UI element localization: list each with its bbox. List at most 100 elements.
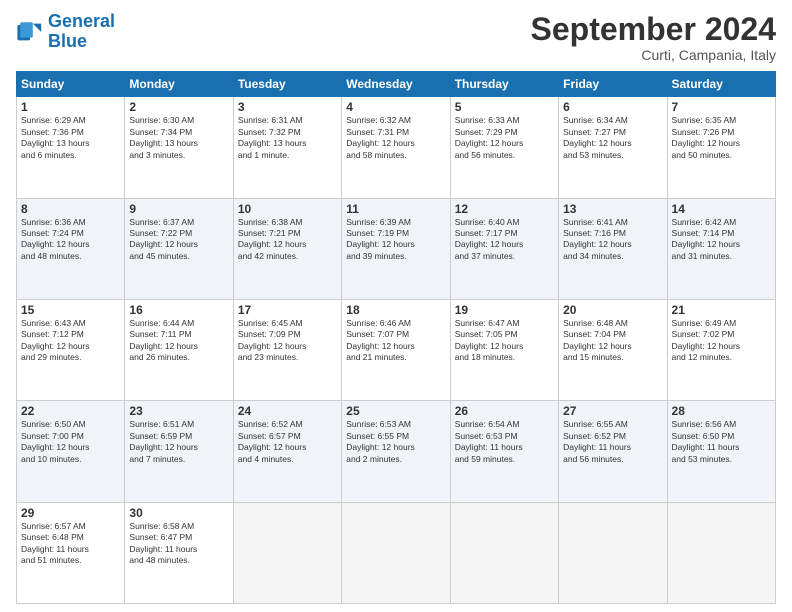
day-number: 22 (21, 404, 120, 418)
day-number: 21 (672, 303, 771, 317)
table-row: 12Sunrise: 6:40 AMSunset: 7:17 PMDayligh… (450, 198, 558, 299)
table-row: 10Sunrise: 6:38 AMSunset: 7:21 PMDayligh… (233, 198, 341, 299)
day-info: Sunrise: 6:45 AMSunset: 7:09 PMDaylight:… (238, 318, 337, 364)
header-monday: Monday (125, 72, 233, 97)
day-info: Sunrise: 6:37 AMSunset: 7:22 PMDaylight:… (129, 217, 228, 263)
day-info: Sunrise: 6:46 AMSunset: 7:07 PMDaylight:… (346, 318, 445, 364)
logo-text: General Blue (48, 12, 115, 52)
table-row: 22Sunrise: 6:50 AMSunset: 7:00 PMDayligh… (17, 401, 125, 502)
day-info: Sunrise: 6:49 AMSunset: 7:02 PMDaylight:… (672, 318, 771, 364)
day-info: Sunrise: 6:40 AMSunset: 7:17 PMDaylight:… (455, 217, 554, 263)
day-info: Sunrise: 6:56 AMSunset: 6:50 PMDaylight:… (672, 419, 771, 465)
table-row: 24Sunrise: 6:52 AMSunset: 6:57 PMDayligh… (233, 401, 341, 502)
day-info: Sunrise: 6:53 AMSunset: 6:55 PMDaylight:… (346, 419, 445, 465)
logo-name2: Blue (48, 31, 87, 51)
day-number: 6 (563, 100, 662, 114)
day-info: Sunrise: 6:51 AMSunset: 6:59 PMDaylight:… (129, 419, 228, 465)
day-number: 25 (346, 404, 445, 418)
table-row: 18Sunrise: 6:46 AMSunset: 7:07 PMDayligh… (342, 299, 450, 400)
table-row (233, 502, 341, 603)
day-number: 15 (21, 303, 120, 317)
day-number: 30 (129, 506, 228, 520)
table-row: 13Sunrise: 6:41 AMSunset: 7:16 PMDayligh… (559, 198, 667, 299)
day-info: Sunrise: 6:38 AMSunset: 7:21 PMDaylight:… (238, 217, 337, 263)
calendar-row: 8Sunrise: 6:36 AMSunset: 7:24 PMDaylight… (17, 198, 776, 299)
day-info: Sunrise: 6:47 AMSunset: 7:05 PMDaylight:… (455, 318, 554, 364)
day-number: 24 (238, 404, 337, 418)
table-row: 2Sunrise: 6:30 AMSunset: 7:34 PMDaylight… (125, 97, 233, 198)
day-info: Sunrise: 6:43 AMSunset: 7:12 PMDaylight:… (21, 318, 120, 364)
day-number: 9 (129, 202, 228, 216)
day-number: 8 (21, 202, 120, 216)
table-row: 21Sunrise: 6:49 AMSunset: 7:02 PMDayligh… (667, 299, 775, 400)
day-number: 20 (563, 303, 662, 317)
header: General Blue September 2024 Curti, Campa… (16, 12, 776, 63)
day-number: 18 (346, 303, 445, 317)
day-number: 11 (346, 202, 445, 216)
day-info: Sunrise: 6:55 AMSunset: 6:52 PMDaylight:… (563, 419, 662, 465)
table-row: 3Sunrise: 6:31 AMSunset: 7:32 PMDaylight… (233, 97, 341, 198)
day-info: Sunrise: 6:42 AMSunset: 7:14 PMDaylight:… (672, 217, 771, 263)
logo-icon (16, 18, 44, 46)
day-number: 1 (21, 100, 120, 114)
table-row: 29Sunrise: 6:57 AMSunset: 6:48 PMDayligh… (17, 502, 125, 603)
day-info: Sunrise: 6:52 AMSunset: 6:57 PMDaylight:… (238, 419, 337, 465)
day-number: 27 (563, 404, 662, 418)
month-title: September 2024 (531, 12, 776, 47)
calendar-row: 22Sunrise: 6:50 AMSunset: 7:00 PMDayligh… (17, 401, 776, 502)
header-wednesday: Wednesday (342, 72, 450, 97)
day-number: 12 (455, 202, 554, 216)
table-row: 5Sunrise: 6:33 AMSunset: 7:29 PMDaylight… (450, 97, 558, 198)
table-row: 6Sunrise: 6:34 AMSunset: 7:27 PMDaylight… (559, 97, 667, 198)
day-number: 13 (563, 202, 662, 216)
day-number: 26 (455, 404, 554, 418)
header-friday: Friday (559, 72, 667, 97)
calendar-row: 1Sunrise: 6:29 AMSunset: 7:36 PMDaylight… (17, 97, 776, 198)
table-row (667, 502, 775, 603)
day-info: Sunrise: 6:30 AMSunset: 7:34 PMDaylight:… (129, 115, 228, 161)
day-number: 3 (238, 100, 337, 114)
table-row: 1Sunrise: 6:29 AMSunset: 7:36 PMDaylight… (17, 97, 125, 198)
day-number: 4 (346, 100, 445, 114)
day-number: 10 (238, 202, 337, 216)
calendar-row: 29Sunrise: 6:57 AMSunset: 6:48 PMDayligh… (17, 502, 776, 603)
table-row: 8Sunrise: 6:36 AMSunset: 7:24 PMDaylight… (17, 198, 125, 299)
logo: General Blue (16, 12, 115, 52)
logo-name1: General (48, 11, 115, 31)
table-row (342, 502, 450, 603)
table-row: 27Sunrise: 6:55 AMSunset: 6:52 PMDayligh… (559, 401, 667, 502)
table-row: 14Sunrise: 6:42 AMSunset: 7:14 PMDayligh… (667, 198, 775, 299)
day-info: Sunrise: 6:50 AMSunset: 7:00 PMDaylight:… (21, 419, 120, 465)
table-row: 15Sunrise: 6:43 AMSunset: 7:12 PMDayligh… (17, 299, 125, 400)
table-row: 11Sunrise: 6:39 AMSunset: 7:19 PMDayligh… (342, 198, 450, 299)
day-info: Sunrise: 6:32 AMSunset: 7:31 PMDaylight:… (346, 115, 445, 161)
calendar-row: 15Sunrise: 6:43 AMSunset: 7:12 PMDayligh… (17, 299, 776, 400)
day-number: 7 (672, 100, 771, 114)
day-info: Sunrise: 6:39 AMSunset: 7:19 PMDaylight:… (346, 217, 445, 263)
day-info: Sunrise: 6:54 AMSunset: 6:53 PMDaylight:… (455, 419, 554, 465)
day-info: Sunrise: 6:36 AMSunset: 7:24 PMDaylight:… (21, 217, 120, 263)
header-tuesday: Tuesday (233, 72, 341, 97)
day-number: 5 (455, 100, 554, 114)
table-row: 26Sunrise: 6:54 AMSunset: 6:53 PMDayligh… (450, 401, 558, 502)
day-info: Sunrise: 6:57 AMSunset: 6:48 PMDaylight:… (21, 521, 120, 567)
day-number: 29 (21, 506, 120, 520)
table-row: 28Sunrise: 6:56 AMSunset: 6:50 PMDayligh… (667, 401, 775, 502)
table-row: 9Sunrise: 6:37 AMSunset: 7:22 PMDaylight… (125, 198, 233, 299)
table-row: 19Sunrise: 6:47 AMSunset: 7:05 PMDayligh… (450, 299, 558, 400)
calendar-table: Sunday Monday Tuesday Wednesday Thursday… (16, 71, 776, 604)
day-info: Sunrise: 6:58 AMSunset: 6:47 PMDaylight:… (129, 521, 228, 567)
table-row: 16Sunrise: 6:44 AMSunset: 7:11 PMDayligh… (125, 299, 233, 400)
page: General Blue September 2024 Curti, Campa… (0, 0, 792, 612)
table-row (450, 502, 558, 603)
table-row: 7Sunrise: 6:35 AMSunset: 7:26 PMDaylight… (667, 97, 775, 198)
day-info: Sunrise: 6:41 AMSunset: 7:16 PMDaylight:… (563, 217, 662, 263)
header-sunday: Sunday (17, 72, 125, 97)
day-info: Sunrise: 6:34 AMSunset: 7:27 PMDaylight:… (563, 115, 662, 161)
day-number: 14 (672, 202, 771, 216)
day-number: 19 (455, 303, 554, 317)
table-row: 23Sunrise: 6:51 AMSunset: 6:59 PMDayligh… (125, 401, 233, 502)
day-info: Sunrise: 6:44 AMSunset: 7:11 PMDaylight:… (129, 318, 228, 364)
day-info: Sunrise: 6:31 AMSunset: 7:32 PMDaylight:… (238, 115, 337, 161)
day-info: Sunrise: 6:29 AMSunset: 7:36 PMDaylight:… (21, 115, 120, 161)
